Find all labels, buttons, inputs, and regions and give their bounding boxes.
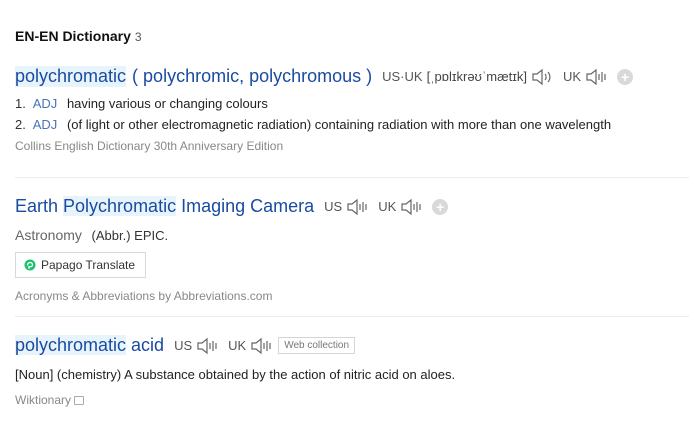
pron-label-us-uk: US·UK <box>382 69 423 84</box>
source-attribution[interactable]: Collins English Dictionary 30th Annivers… <box>15 139 689 153</box>
headword-highlight: polychromatic <box>15 335 127 355</box>
pron-label-uk: UK <box>563 69 582 84</box>
source-attribution: Wiktionary <box>15 393 689 407</box>
definition-item: 1. ADJ having various or changing colour… <box>15 96 689 111</box>
pron-label-us: US <box>174 338 193 353</box>
pronunciation-us: US <box>174 337 218 355</box>
headword-suffix: Imaging Camera <box>176 196 315 216</box>
definition-item: 2. ADJ (of light or other electromagneti… <box>15 117 689 132</box>
speaker-icon[interactable] <box>531 68 553 86</box>
entry-polychromatic: polychromatic ( polychromic, polychromou… <box>15 66 689 153</box>
web-collection-tag: Web collection <box>278 337 356 354</box>
speaker-icon[interactable] <box>585 68 607 86</box>
pronunciation-uk: UK <box>563 68 607 86</box>
headword-row: polychromatic ( polychromic, polychromou… <box>15 66 689 87</box>
pronunciation-uk: UK <box>228 337 272 355</box>
dictionary-section-header: EN-EN Dictionary 3 <box>15 28 142 44</box>
pron-label-uk: UK <box>228 338 247 353</box>
ipa-text: [ˌpɒlɪkrəʊˈmætɪk] <box>426 69 528 84</box>
definition-number: 1. <box>15 96 26 111</box>
source-attribution[interactable]: Acronyms & Abbreviations by Abbreviation… <box>15 289 689 303</box>
headword-link[interactable]: polychromatic <box>15 66 127 87</box>
pron-label-uk: UK <box>378 199 397 214</box>
pronunciation-us-uk: US·UK [ˌpɒlɪkrəʊˈmætɪk] <box>382 68 553 86</box>
headword-suffix: acid <box>126 335 165 355</box>
subject-label: Astronomy <box>15 227 82 243</box>
headword-row: polychromatic acid US UK Web collection <box>15 335 689 356</box>
pron-label-us: US <box>324 199 343 214</box>
part-of-speech[interactable]: ADJ <box>33 117 58 132</box>
pronunciation-us: US <box>324 198 368 216</box>
entry-polychromatic-acid: polychromatic acid US UK Web collection … <box>15 316 689 407</box>
definition-text: [Noun] (chemistry) A substance obtained … <box>15 367 456 382</box>
section-title: EN-EN Dictionary <box>15 28 131 44</box>
source-link[interactable]: Wiktionary <box>15 393 71 407</box>
headword-prefix: Earth <box>15 196 64 216</box>
speaker-icon[interactable] <box>400 198 422 216</box>
headword-link[interactable]: polychromatic acid <box>15 335 164 356</box>
speaker-icon[interactable] <box>346 198 368 216</box>
papago-icon <box>24 259 36 271</box>
add-icon[interactable]: + <box>432 198 449 215</box>
definition-number: 2. <box>15 117 26 132</box>
definition-item: [Noun] (chemistry) A substance obtained … <box>15 367 689 382</box>
speaker-icon[interactable] <box>250 337 272 355</box>
part-of-speech[interactable]: ADJ <box>33 96 58 111</box>
headword-link[interactable]: Earth Polychromatic Imaging Camera <box>15 196 314 217</box>
definition-text: (of light or other electromagnetic radia… <box>66 117 612 132</box>
papago-translate-button[interactable]: Papago Translate <box>15 252 147 278</box>
entry-earth-polychromatic-imaging-camera: Earth Polychromatic Imaging Camera US UK… <box>15 177 689 303</box>
result-count: 3 <box>134 30 142 44</box>
papago-label: Papago Translate <box>41 258 136 272</box>
definition-item: Astronomy (Abbr.) EPIC. <box>15 227 689 243</box>
headword-highlight: Polychromatic <box>63 196 177 216</box>
headword-variants[interactable]: ( polychromic, polychromous ) <box>132 66 372 87</box>
definition-text: having various or changing colours <box>66 96 268 111</box>
speaker-icon[interactable] <box>196 337 218 355</box>
definition-text: (Abbr.) EPIC. <box>91 228 169 243</box>
external-link-icon[interactable] <box>74 396 85 405</box>
pronunciation-uk: UK <box>378 198 422 216</box>
add-icon[interactable]: + <box>617 68 634 85</box>
headword-row: Earth Polychromatic Imaging Camera US UK… <box>15 196 689 217</box>
